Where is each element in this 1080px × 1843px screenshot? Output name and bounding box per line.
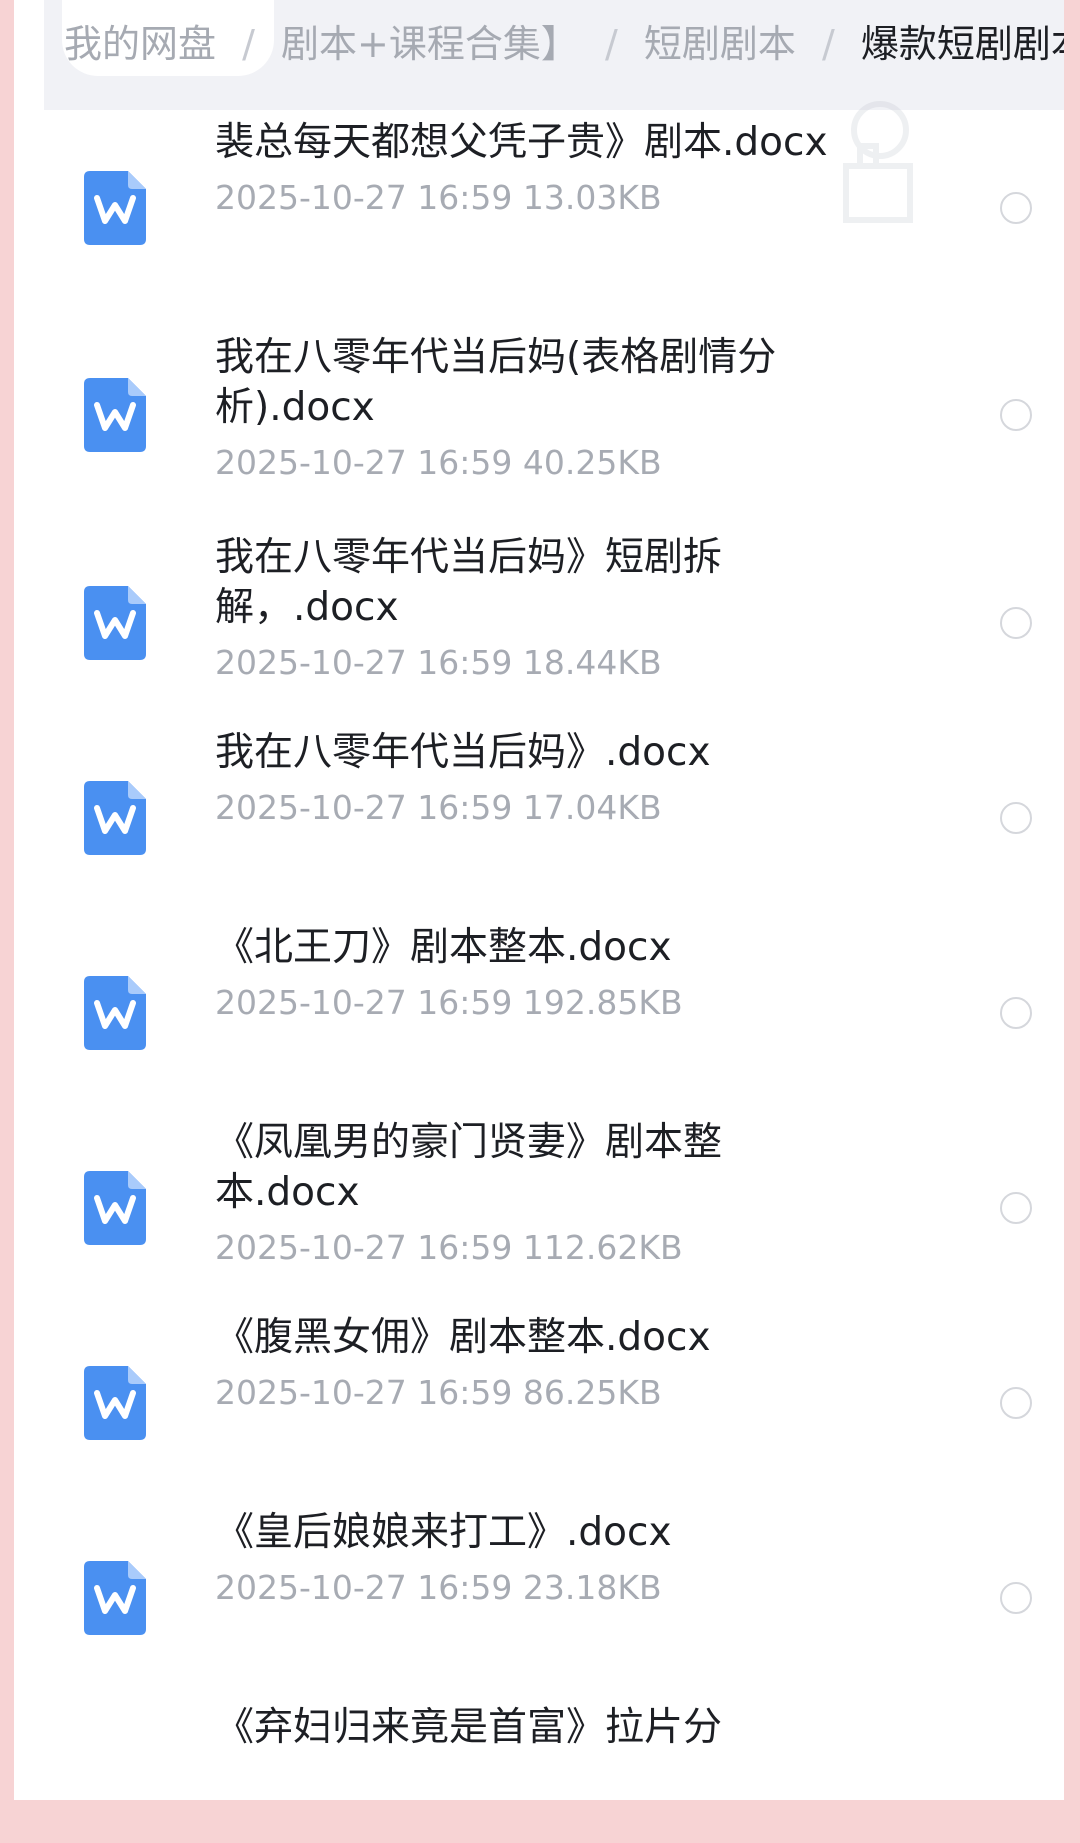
file-date: 2025-10-27: [215, 643, 407, 682]
word-doc-icon: [84, 780, 146, 855]
breadcrumb-item-script-collection[interactable]: 剧本+课程合集】: [281, 14, 579, 74]
word-doc-icon: [84, 1560, 146, 1635]
file-text: 《皇后娘娘来打工》.docx 2025-10-27 16:59 23.18KB: [215, 1508, 855, 1608]
file-name: 我在八零年代当后妈(表格剧情分析).docx: [215, 335, 777, 430]
breadcrumb-item-short-drama-scripts[interactable]: 短剧剧本: [644, 14, 796, 74]
select-radio[interactable]: [1000, 1581, 1032, 1614]
breadcrumb-separator: /: [604, 22, 618, 66]
file-name: 《凤凰男的豪门贤妻》剧本整本.docx: [215, 1120, 723, 1215]
file-time: 16:59: [417, 983, 513, 1022]
file-meta: 2025-10-27 16:59 13.03KB: [215, 178, 855, 218]
file-size: 86.25KB: [522, 1373, 662, 1412]
select-radio[interactable]: [1000, 399, 1032, 431]
file-time: 16:59: [417, 1568, 513, 1607]
file-name: 《腹黑女佣》剧本整本.docx: [215, 1315, 711, 1360]
file-row[interactable]: 《弃妇归来竟是首富》拉片分析.docx: [28, 1695, 1078, 1745]
file-meta: 2025-10-27 16:59 40.25KB: [215, 443, 835, 483]
file-time: 16:59: [417, 1373, 513, 1412]
file-text: 《凤凰男的豪门贤妻》剧本整本.docx 2025-10-27 16:59 112…: [215, 1118, 855, 1268]
word-doc-icon: [84, 1365, 146, 1440]
file-meta: 2025-10-27 16:59 86.25KB: [215, 1373, 855, 1413]
file-name: 《皇后娘娘来打工》.docx: [215, 1510, 672, 1555]
file-text: 我在八零年代当后妈》短剧拆解，.docx 2025-10-27 16:59 18…: [215, 533, 855, 683]
select-radio[interactable]: [1000, 1386, 1032, 1419]
select-radio[interactable]: [1000, 191, 1032, 224]
file-text: 《腹黑女佣》剧本整本.docx 2025-10-27 16:59 86.25KB: [215, 1313, 855, 1413]
file-meta: 2025-10-27 16:59 17.04KB: [215, 788, 855, 828]
file-text: 《北王刀》剧本整本.docx 2025-10-27 16:59 192.85KB: [215, 923, 855, 1023]
file-row[interactable]: 我在八零年代当后妈》.docx 2025-10-27 16:59 17.04KB: [28, 720, 1078, 915]
file-meta: 2025-10-27 16:59 23.18KB: [215, 1568, 855, 1608]
select-radio[interactable]: [1000, 996, 1032, 1029]
file-row[interactable]: 裴总每天都想父凭子贵》剧本.docx 2025-10-27 16:59 13.0…: [28, 110, 1078, 305]
file-size: 192.85KB: [522, 983, 683, 1022]
file-time: 16:59: [417, 443, 513, 482]
word-doc-icon: [84, 378, 146, 452]
file-date: 2025-10-27: [215, 788, 407, 827]
file-name: 我在八零年代当后妈》.docx: [215, 730, 711, 775]
breadcrumb-separator: /: [821, 22, 835, 66]
file-row[interactable]: 《凤凰男的豪门贤妻》剧本整本.docx 2025-10-27 16:59 112…: [28, 1110, 1078, 1305]
file-text: 《弃妇归来竟是首富》拉片分析.docx: [215, 1703, 855, 1745]
file-size: 112.62KB: [522, 1228, 683, 1267]
word-doc-icon: [84, 1170, 146, 1245]
file-name: 我在八零年代当后妈》短剧拆解，.docx: [215, 535, 723, 630]
breadcrumb-item-current-folder: 爆款短剧剧本: [860, 22, 1064, 66]
file-size: 23.18KB: [522, 1568, 662, 1607]
file-size: 13.03KB: [522, 178, 662, 217]
file-size: 40.25KB: [522, 443, 662, 482]
file-text: 我在八零年代当后妈(表格剧情分析).docx 2025-10-27 16:59 …: [215, 333, 835, 483]
file-size: 18.44KB: [522, 643, 662, 682]
file-meta: 2025-10-27 16:59 192.85KB: [215, 983, 855, 1023]
file-list: 裴总每天都想父凭子贵》剧本.docx 2025-10-27 16:59 13.0…: [28, 110, 1078, 1745]
breadcrumb-separator: /: [242, 22, 255, 66]
file-date: 2025-10-27: [215, 178, 407, 217]
file-row[interactable]: 我在八零年代当后妈》短剧拆解，.docx 2025-10-27 16:59 18…: [28, 525, 1078, 720]
file-date: 2025-10-27: [215, 1228, 407, 1267]
file-time: 16:59: [417, 643, 513, 682]
file-date: 2025-10-27: [215, 1568, 407, 1607]
breadcrumb: 我的网盘 / 剧本+课程合集】 / 短剧剧本 / 爆款短剧剧本: [64, 14, 1064, 74]
file-row[interactable]: 《皇后娘娘来打工》.docx 2025-10-27 16:59 23.18KB: [28, 1500, 1078, 1695]
file-text: 裴总每天都想父凭子贵》剧本.docx 2025-10-27 16:59 13.0…: [215, 118, 855, 218]
file-row[interactable]: 《腹黑女佣》剧本整本.docx 2025-10-27 16:59 86.25KB: [28, 1305, 1078, 1500]
file-time: 16:59: [417, 178, 513, 217]
breadcrumb-item-my-drive[interactable]: 我的网盘: [64, 14, 216, 74]
file-date: 2025-10-27: [215, 443, 407, 482]
select-radio[interactable]: [1000, 1191, 1032, 1224]
word-doc-icon: [84, 975, 146, 1050]
screenshot-frame: 我的网盘 / 剧本+课程合集】 / 短剧剧本 / 爆款短剧剧本 裴总每天都想父凭…: [14, 0, 1064, 1800]
file-meta: 2025-10-27 16:59 18.44KB: [215, 643, 855, 683]
file-name: 裴总每天都想父凭子贵》剧本.docx: [215, 120, 828, 165]
file-name: 《北王刀》剧本整本.docx: [215, 925, 672, 970]
word-doc-icon: [84, 170, 146, 245]
file-meta: 2025-10-27 16:59 112.62KB: [215, 1228, 855, 1268]
file-date: 2025-10-27: [215, 1373, 407, 1412]
word-doc-icon: [84, 585, 146, 660]
file-row[interactable]: 我在八零年代当后妈(表格剧情分析).docx 2025-10-27 16:59 …: [28, 305, 1078, 525]
file-name: 《弃妇归来竟是首富》拉片分析.docx: [215, 1705, 723, 1745]
select-radio[interactable]: [1000, 801, 1032, 834]
file-date: 2025-10-27: [215, 983, 407, 1022]
file-size: 17.04KB: [522, 788, 662, 827]
file-text: 我在八零年代当后妈》.docx 2025-10-27 16:59 17.04KB: [215, 728, 855, 828]
file-time: 16:59: [417, 788, 513, 827]
file-row[interactable]: 《北王刀》剧本整本.docx 2025-10-27 16:59 192.85KB: [28, 915, 1078, 1110]
select-radio[interactable]: [1000, 606, 1032, 639]
file-time: 16:59: [417, 1228, 513, 1267]
